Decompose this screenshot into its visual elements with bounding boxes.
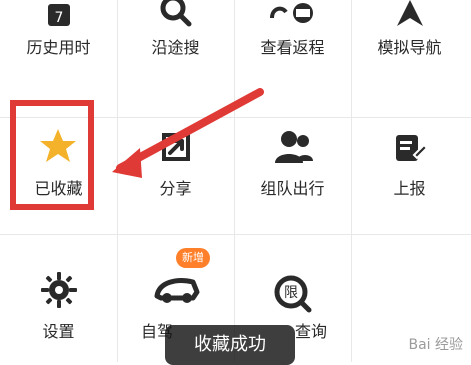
grid-item-label: 查看返程 (260, 38, 325, 57)
calendar-7-icon: 7 (47, 4, 70, 26)
svg-text:7: 7 (54, 10, 63, 26)
grid-item-label: 历史用时 (26, 38, 91, 57)
grid-item-settings[interactable]: 设置 (0, 234, 117, 351)
restriction-icon: 限 (274, 275, 311, 313)
edit-report-icon (395, 135, 428, 161)
grid-item-simulate[interactable]: 模拟导航 (351, 0, 468, 117)
grid-item-label: 模拟导航 (377, 38, 442, 57)
grid-item-label: 上报 (393, 179, 426, 198)
svg-text:限: 限 (284, 285, 298, 301)
team-icon (274, 131, 313, 163)
toast-message: 收藏成功 (165, 325, 295, 365)
grid-item-report[interactable]: 上报 (351, 117, 468, 234)
arrow-annotation (112, 88, 264, 178)
grid-item-label: 设置 (42, 322, 75, 341)
watermark: Bai 经验 (408, 337, 463, 353)
car-icon (154, 278, 199, 303)
new-badge: 新增 (176, 248, 210, 268)
gear-icon (40, 272, 77, 308)
return-route-icon (269, 3, 313, 23)
grid-item-label: 沿途搜 (151, 38, 200, 57)
navigation-arrow-icon (396, 0, 423, 26)
search-icon (160, 0, 191, 27)
highlight-box (10, 100, 94, 210)
